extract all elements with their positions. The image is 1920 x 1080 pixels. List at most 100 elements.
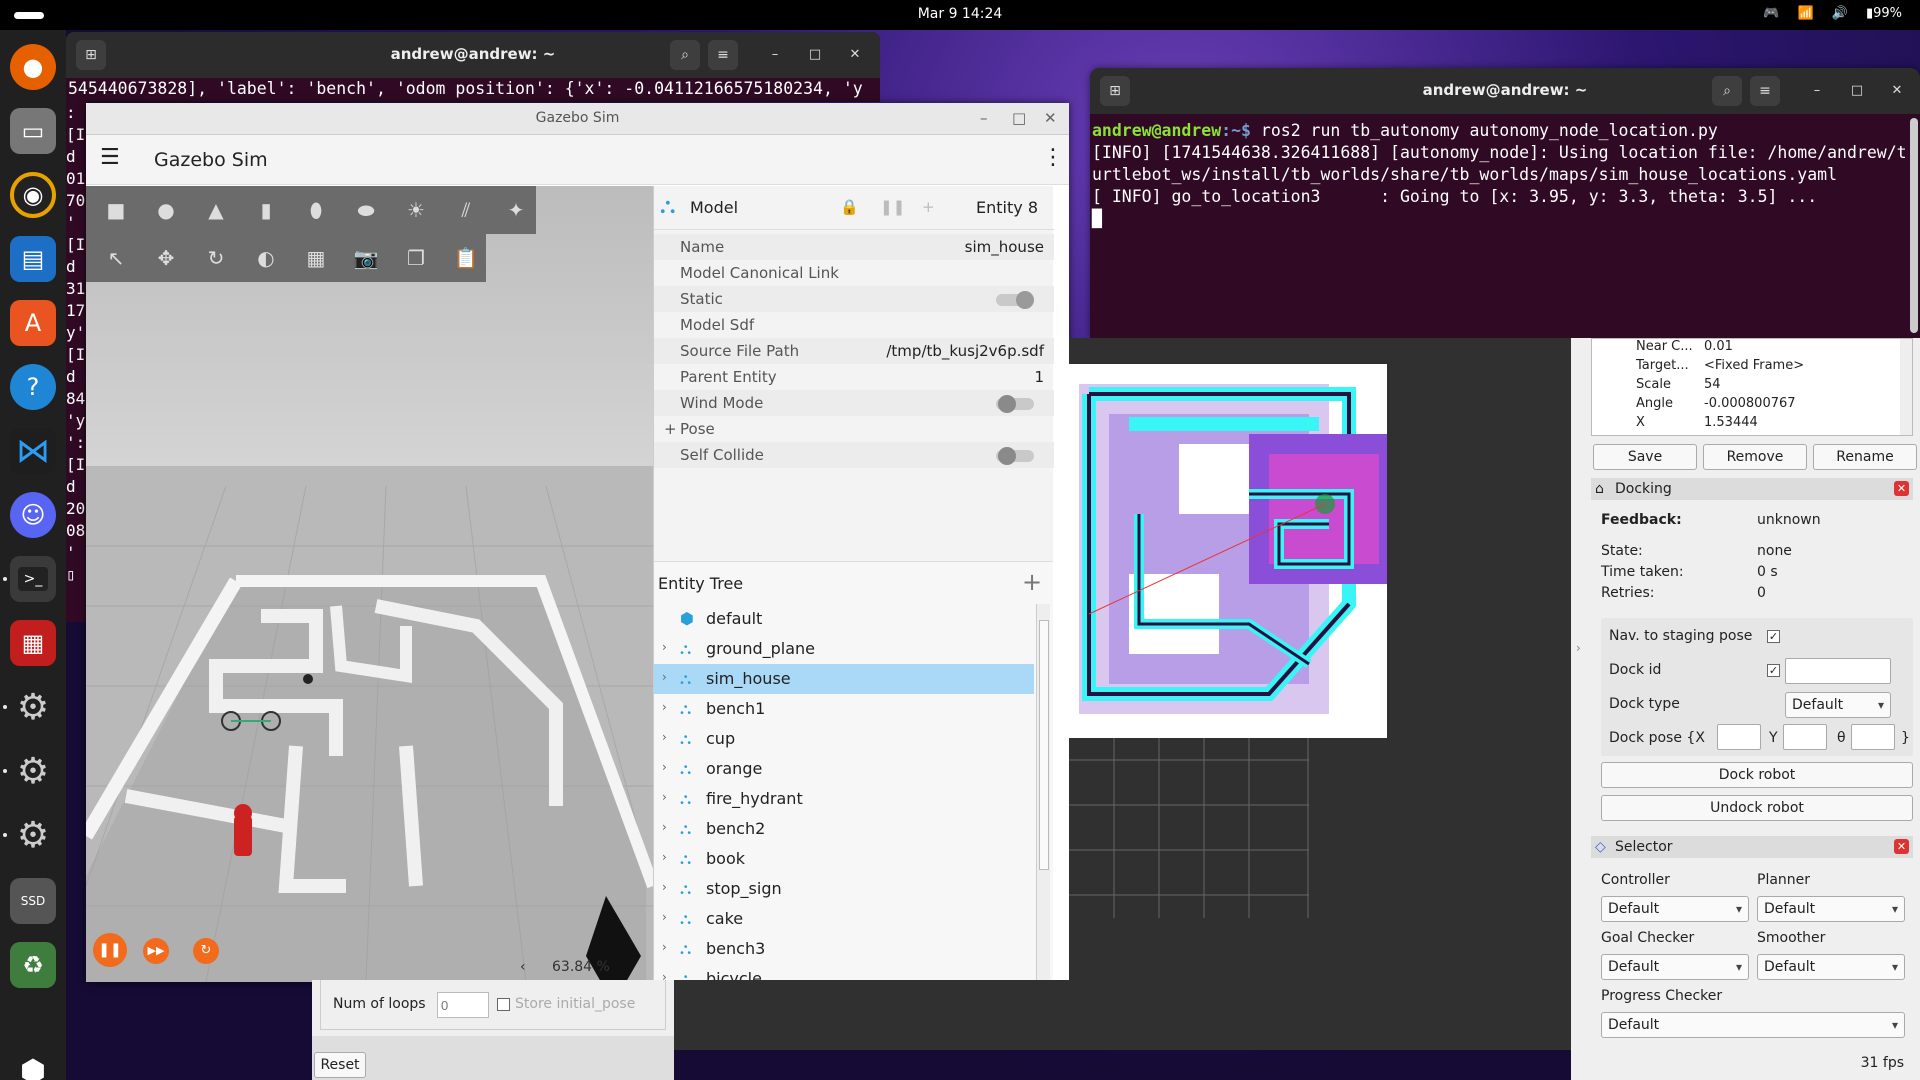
show-apps-icon[interactable]: ⬢ — [10, 1048, 56, 1080]
view-prop-value[interactable]: -0.000800767 — [1704, 396, 1796, 411]
dock-id-input[interactable] — [1785, 658, 1891, 684]
entity-tree-item[interactable]: ⬢ default — [654, 604, 1034, 634]
inspector-add-icon[interactable]: + — [922, 198, 935, 216]
point-light-icon[interactable]: ☀ — [396, 190, 436, 230]
entity-tree-item[interactable]: › ⛬ orange — [654, 754, 1034, 784]
entity-tree-scroll-thumb[interactable] — [1039, 620, 1049, 870]
settings-icon-1[interactable]: ⚙ — [10, 684, 56, 730]
gazebo-minimize-icon[interactable]: – — [980, 109, 988, 127]
terminal-right-cursor[interactable]: █ — [1090, 208, 1920, 230]
copy-icon[interactable]: ❐ — [396, 238, 436, 278]
view-prop-value[interactable]: <Fixed Frame> — [1704, 358, 1804, 373]
gazebo-window[interactable]: Gazebo Sim – □ ✕ ☰ Gazebo Sim ⋮ ■ ● ▲ ▮ … — [86, 103, 1069, 983]
expand-chevron-icon[interactable]: › — [662, 910, 667, 924]
dock-type-select[interactable]: Default — [1785, 692, 1891, 718]
minimize-icon-right[interactable]: – — [1808, 82, 1826, 100]
system-tray[interactable]: 🎮 📶 🔊 ▮99% — [1763, 6, 1902, 21]
dock-id-checkbox[interactable]: ✓ — [1767, 664, 1780, 677]
property-toggle[interactable] — [996, 291, 1034, 309]
dock-pose-y-input[interactable] — [1783, 724, 1827, 750]
discord-icon[interactable]: ☺ — [10, 492, 56, 538]
entity-tree-item[interactable]: › ⛬ book — [654, 844, 1034, 874]
num-loops-input[interactable] — [437, 992, 489, 1018]
inspector-pause-icon[interactable]: ❚❚ — [880, 198, 905, 216]
expand-chevron-icon[interactable]: › — [662, 700, 667, 714]
maximize-icon[interactable]: □ — [806, 46, 824, 64]
menu-icon-right[interactable]: ≡ — [1750, 76, 1780, 106]
menu-icon[interactable]: ≡ — [708, 40, 738, 70]
step-forward-button[interactable]: ▶▶ — [143, 938, 169, 964]
docking-header[interactable]: ⌂ Docking ✕ — [1591, 478, 1913, 500]
cone-shape-icon[interactable]: ▲ — [196, 190, 236, 230]
paste-icon[interactable]: 📋 — [446, 238, 486, 278]
rotate-icon[interactable]: ↻ — [196, 238, 236, 278]
smoother-select[interactable]: Default — [1757, 954, 1905, 980]
sphere-shape-icon[interactable]: ● — [146, 190, 186, 230]
files-icon[interactable]: ▭ — [10, 108, 56, 154]
clock[interactable]: Mar 9 14:24 — [0, 6, 1920, 22]
terminal-left-window[interactable]: ⊞ andrew@andrew: ~ ⌕ ≡ – □ ✕ 54544067382… — [66, 32, 880, 102]
entity-tree-item[interactable]: › ⛬ bench1 — [654, 694, 1034, 724]
store-initial-pose-checkbox[interactable] — [497, 998, 510, 1011]
entity-tree-item[interactable]: › ⛬ cup — [654, 724, 1034, 754]
terminal-icon[interactable]: >_ — [10, 556, 56, 602]
terminal-right-titlebar[interactable]: ⊞ andrew@andrew: ~ ⌕ ≡ – □ ✕ — [1090, 68, 1920, 114]
expand-chevron-icon[interactable]: › — [662, 940, 667, 954]
expand-chevron-icon[interactable]: › — [662, 850, 667, 864]
firefox-icon[interactable]: ● — [10, 44, 56, 90]
property-toggle[interactable] — [996, 447, 1034, 465]
ssd-drive-icon[interactable]: SSD — [10, 878, 56, 924]
search-icon-right[interactable]: ⌕ — [1712, 76, 1742, 106]
save-button[interactable]: Save — [1593, 444, 1697, 470]
expand-chevron-icon[interactable]: › — [662, 880, 667, 894]
remove-button[interactable]: Remove — [1703, 444, 1807, 470]
property-toggle[interactable] — [996, 395, 1034, 413]
close-icon-right[interactable]: ✕ — [1888, 82, 1906, 100]
view-properties-scrollbar[interactable] — [1900, 339, 1912, 435]
box-shape-icon[interactable]: ■ — [96, 190, 136, 230]
capsule-shape-icon[interactable]: ⬮ — [296, 190, 336, 230]
expand-chevron-icon[interactable]: › — [662, 640, 667, 654]
terminator-icon[interactable]: ▦ — [10, 620, 56, 666]
panel-splitter-arrow-icon[interactable]: › — [1576, 641, 1581, 655]
gazebo-close-icon[interactable]: ✕ — [1044, 109, 1057, 127]
terminal-right-scrollbar[interactable] — [1910, 118, 1918, 333]
controller-select[interactable]: Default — [1601, 896, 1749, 922]
grid-icon[interactable]: ▦ — [296, 238, 336, 278]
undock-robot-button[interactable]: Undock robot — [1601, 795, 1913, 821]
rhythmbox-icon[interactable]: ◉ — [10, 172, 56, 218]
entity-tree-scrollbar[interactable] — [1036, 604, 1050, 983]
view-prop-value[interactable]: 54 — [1704, 377, 1721, 392]
screenshot-icon[interactable]: 📷 — [346, 238, 386, 278]
snap-icon[interactable]: ◐ — [246, 238, 286, 278]
rename-button[interactable]: Rename — [1813, 444, 1917, 470]
entity-tree-item[interactable]: › ⛬ bench3 — [654, 934, 1034, 964]
costmap-view[interactable] — [1069, 364, 1387, 738]
entity-tree-item[interactable]: › ⛬ cake — [654, 904, 1034, 934]
dock-robot-button[interactable]: Dock robot — [1601, 762, 1913, 788]
gazebo-titlebar[interactable]: Gazebo Sim – □ ✕ — [86, 103, 1069, 135]
progress-checker-select[interactable]: Default — [1601, 1012, 1905, 1038]
entity-tree-add-icon[interactable]: + — [1022, 568, 1042, 596]
entity-tree-item[interactable]: › ⛬ fire_hydrant — [654, 784, 1034, 814]
selector-close-icon[interactable]: ✕ — [1894, 839, 1909, 854]
help-icon[interactable]: ? — [10, 364, 56, 410]
entity-tree-item[interactable]: › ⛬ stop_sign — [654, 874, 1034, 904]
expand-chevron-icon[interactable]: › — [662, 790, 667, 804]
view-prop-value[interactable]: 0.01 — [1704, 339, 1733, 354]
select-icon[interactable]: ↖ — [96, 238, 136, 278]
nav-staging-checkbox[interactable]: ✓ — [1767, 630, 1780, 643]
kebab-menu-icon[interactable]: ⋮ — [1042, 145, 1064, 170]
settings-icon-2[interactable]: ⚙ — [10, 748, 56, 794]
goal-checker-select[interactable]: Default — [1601, 954, 1749, 980]
cylinder-shape-icon[interactable]: ▮ — [246, 190, 286, 230]
vscode-icon[interactable]: ⋈ — [10, 428, 56, 474]
close-icon[interactable]: ✕ — [846, 46, 864, 64]
reset-button[interactable]: Reset — [314, 1052, 366, 1078]
expand-chevron-icon[interactable]: › — [662, 670, 667, 684]
3d-scene-view[interactable]: ■ ● ▲ ▮ ⬮ ⬬ ☀ ⫽ ✦ ↖ ✥ ↻ ◐ ▦ 📷 ❐ 📋 ❚❚ ▶▶ … — [86, 186, 653, 982]
expand-chevron-icon[interactable]: › — [662, 730, 667, 744]
collapse-chevron-icon[interactable]: ‹ — [520, 959, 526, 975]
app-center-icon[interactable]: A — [10, 300, 56, 346]
entity-tree-item[interactable]: › ⛬ ground_plane — [654, 634, 1034, 664]
